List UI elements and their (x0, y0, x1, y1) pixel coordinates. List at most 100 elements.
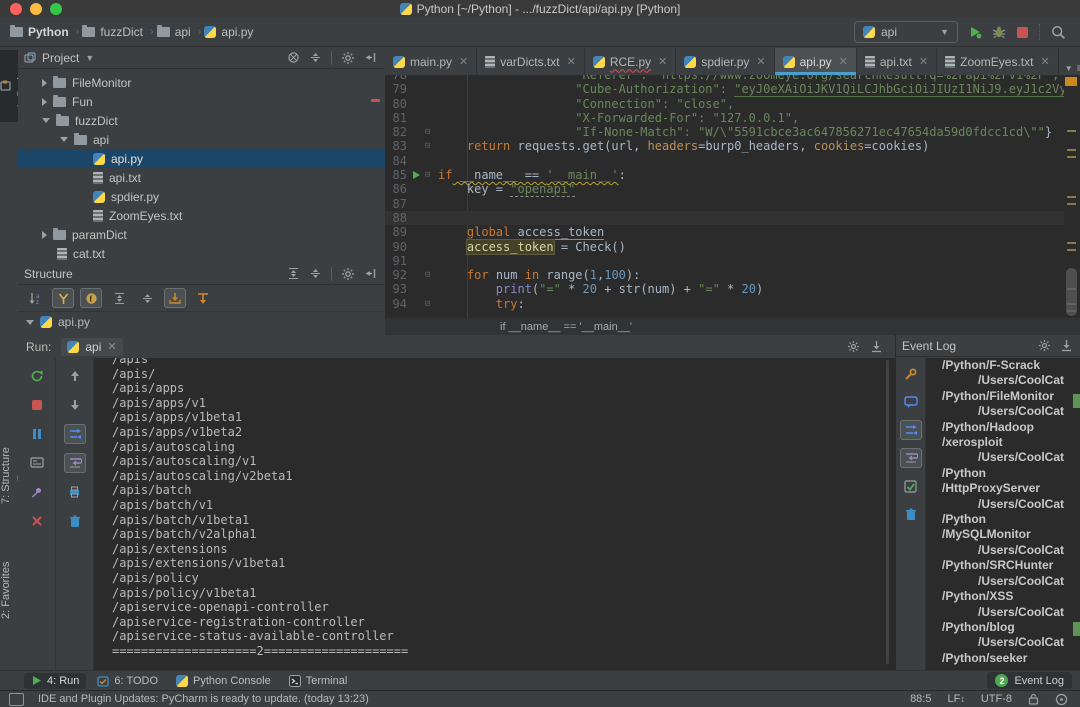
run-tab-api[interactable]: api ✕ (61, 338, 122, 356)
code-line-88[interactable]: 88 (385, 211, 1080, 225)
code-line-84[interactable]: 84 (385, 154, 1080, 168)
gear-icon[interactable] (1038, 339, 1051, 352)
tree-item-cat.txt[interactable]: cat.txt (18, 244, 385, 263)
code-line-82[interactable]: 82⊟ "If-None-Match": "W/\"5591cbce3ac647… (385, 125, 1080, 139)
fold-icon[interactable]: ⊟ (425, 125, 438, 139)
autoscroll-from-source-icon[interactable] (192, 288, 214, 308)
collapse-all-icon[interactable] (309, 51, 322, 64)
run-configuration-select[interactable]: api ▼ (854, 21, 958, 43)
chevron-down-icon[interactable] (42, 118, 50, 123)
tab-list-icon[interactable]: ≡ (1077, 61, 1080, 75)
show-fields-icon[interactable]: f (80, 288, 102, 308)
breadcrumb-api.py[interactable]: api.py (204, 25, 253, 39)
soft-wrap-icon[interactable] (64, 453, 86, 473)
line-separator-widget[interactable]: LF↕ (947, 693, 964, 705)
sidebar-tab-project[interactable]: 1: Project (0, 50, 18, 122)
code-line-86[interactable]: 86 key = "openapi" (385, 182, 1080, 196)
dock-icon[interactable] (1060, 339, 1073, 352)
chevron-down-icon[interactable]: ▼ (85, 53, 94, 63)
hector-inspector-icon[interactable] (1055, 693, 1068, 706)
chevron-down-icon[interactable] (26, 320, 34, 325)
breadcrumb-api[interactable]: api (157, 25, 191, 39)
code-line-87[interactable]: 87 (385, 197, 1080, 211)
minimize-window-button[interactable] (30, 3, 42, 15)
event-log-button[interactable]: 2 Event Log (987, 672, 1072, 689)
code-line-92[interactable]: 92⊟ for num in range(1,100): (385, 268, 1080, 282)
fold-icon[interactable]: ⊟ (425, 268, 438, 282)
structure-root-item[interactable]: api.py (18, 312, 385, 332)
close-icon[interactable]: ✕ (459, 55, 468, 68)
code-line-90[interactable]: 90 access_token = Check() (385, 240, 1080, 254)
scroll-to-end-icon[interactable] (64, 424, 86, 444)
fold-icon[interactable]: ⊟ (425, 168, 438, 182)
chevron-right-icon[interactable] (42, 79, 47, 87)
locate-icon[interactable] (287, 51, 300, 64)
toolwindow-button-Python-Console[interactable]: Python Console (169, 673, 278, 689)
close-icon[interactable]: ✕ (107, 340, 116, 353)
tree-item-api.txt[interactable]: api.txt (18, 168, 385, 187)
code-line-83[interactable]: 83⊟ return requests.get(url, headers=bur… (385, 139, 1080, 153)
scroll-to-end-icon[interactable] (900, 420, 922, 440)
trash-icon[interactable] (900, 504, 922, 524)
tree-item-FileMonitor[interactable]: FileMonitor (18, 73, 385, 92)
down-arrow-icon[interactable] (64, 395, 86, 415)
hide-panel-icon[interactable] (364, 267, 377, 280)
tree-item-ZoomEyes.txt[interactable]: ZoomEyes.txt (18, 206, 385, 225)
close-icon[interactable] (26, 511, 48, 531)
editor-tab-api.txt[interactable]: api.txt✕ (857, 48, 937, 75)
tree-item-spdier.py[interactable]: spdier.py (18, 187, 385, 206)
checkbox-icon[interactable] (900, 476, 922, 496)
breadcrumb[interactable]: if __name__ == '__main__' (500, 321, 632, 333)
scrollbar-thumb[interactable] (886, 360, 889, 664)
stop-button[interactable] (1016, 26, 1029, 39)
gear-icon[interactable] (341, 267, 355, 281)
settings-icon[interactable] (900, 364, 922, 384)
encoding-widget[interactable]: UTF-8 (981, 693, 1012, 705)
group-methods-icon[interactable] (52, 288, 74, 308)
gear-icon[interactable] (341, 51, 355, 65)
dock-icon[interactable] (870, 340, 883, 353)
project-panel-title[interactable]: Project (42, 51, 79, 65)
code-line-78[interactable]: 78 "Referer": "https://www.zoomeye.org/s… (385, 75, 1080, 82)
soft-wrap-icon[interactable] (900, 448, 922, 468)
tree-item-Fun[interactable]: Fun (18, 92, 385, 111)
code-line-93[interactable]: 93 print("=" * 20 + str(num) + "=" * 20) (385, 282, 1080, 296)
rerun-icon[interactable] (26, 366, 48, 386)
editor-tab-ZoomEyes.txt[interactable]: ZoomEyes.txt✕ (937, 48, 1059, 75)
breadcrumb-Python[interactable]: Python (10, 25, 69, 39)
editor-scroll-stripe[interactable] (1064, 75, 1080, 318)
lock-open-icon[interactable] (1028, 693, 1039, 705)
sidebar-tab-structure[interactable]: 7: Structure (0, 430, 18, 522)
expand-all-icon[interactable] (108, 288, 130, 308)
tree-item-api[interactable]: api (18, 130, 385, 149)
toolwindow-button-4-Run[interactable]: 4: Run (24, 673, 86, 689)
chevron-right-icon[interactable] (42, 98, 47, 106)
run-console[interactable]: /apis/apis//apis/apps/apis/apps/v1/apis/… (94, 358, 895, 670)
chevron-down-icon[interactable]: ▼ (1065, 64, 1073, 73)
chevron-right-icon[interactable] (42, 231, 47, 239)
close-icon[interactable]: ✕ (658, 55, 667, 68)
pin-icon[interactable] (26, 482, 48, 502)
editor-tab-varDicts.txt[interactable]: varDicts.txt✕ (477, 48, 585, 75)
close-icon[interactable]: ✕ (919, 55, 928, 68)
code-line-80[interactable]: 80 "Connection": "close", (385, 97, 1080, 111)
collapse-all-icon[interactable] (309, 267, 322, 280)
tree-item-fuzzDict[interactable]: fuzzDict (18, 111, 385, 130)
close-icon[interactable]: ✕ (839, 55, 848, 68)
close-window-button[interactable] (10, 3, 22, 15)
code-line-91[interactable]: 91 (385, 254, 1080, 268)
print-icon[interactable] (64, 482, 86, 502)
fold-icon[interactable]: ⊟ (425, 139, 438, 153)
stop-icon[interactable] (26, 395, 48, 415)
close-icon[interactable]: ✕ (567, 55, 576, 68)
caret-position[interactable]: 88:5 (910, 693, 931, 705)
show-console-icon[interactable] (26, 453, 48, 473)
editor-tab-main.py[interactable]: main.py✕ (385, 48, 477, 75)
status-message[interactable]: IDE and Plugin Updates: PyCharm is ready… (38, 693, 369, 705)
collapse-all-icon[interactable] (136, 288, 158, 308)
sidebar-tab-favorites[interactable]: 2: Favorites ★ (0, 532, 18, 648)
fold-icon[interactable]: ⊟ (425, 297, 438, 311)
tree-item-paramDict[interactable]: paramDict (18, 225, 385, 244)
code-line-81[interactable]: 81 "X-Forwarded-For": "127.0.0.1", (385, 111, 1080, 125)
pause-icon[interactable] (26, 424, 48, 444)
